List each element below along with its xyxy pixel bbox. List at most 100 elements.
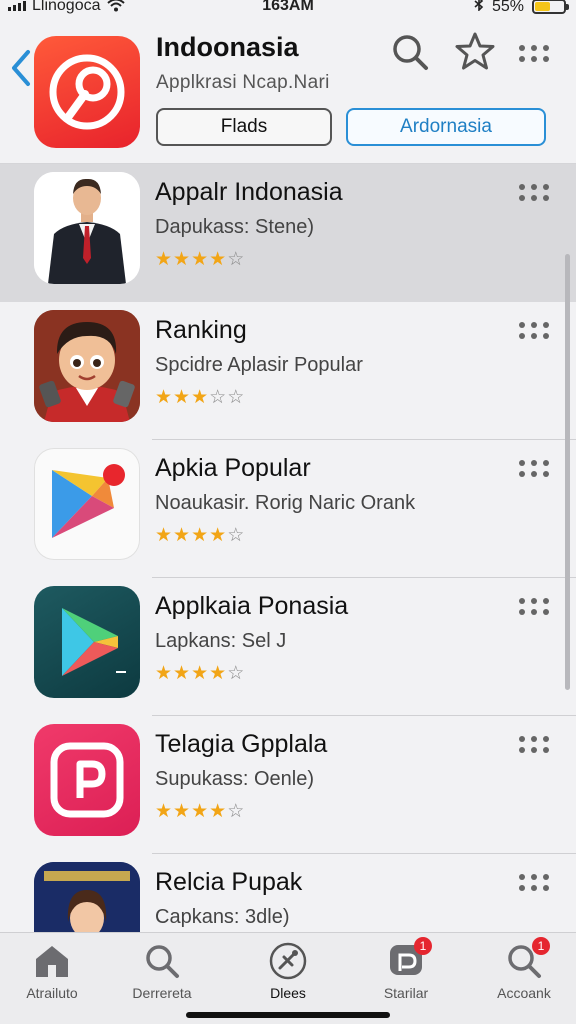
status-right: 55% <box>474 0 569 16</box>
battery-level-fill <box>535 2 551 11</box>
star-filled-icon: ★ <box>191 387 210 408</box>
app-header: Indoonasia Applkrasi Ncap.Nari Flads Ard… <box>0 18 576 164</box>
star-empty-icon: ☆ <box>227 801 246 822</box>
tab-label: Atrailuto <box>26 985 78 1001</box>
chat-icon: 1 <box>386 937 432 981</box>
tab-search[interactable]: Derrereta <box>112 941 212 1011</box>
favorite-button[interactable] <box>454 30 496 72</box>
app-thumbnail <box>34 862 140 932</box>
app-description: Spcidre Aplasir Popular <box>155 354 363 376</box>
search-icon <box>142 941 182 981</box>
bottom-tab-bar: Atrailuto Derrereta Dlees 1 Starilar 1 A… <box>0 932 576 1024</box>
star-filled-icon: ★ <box>191 663 210 684</box>
home-indicator[interactable] <box>186 1012 390 1018</box>
star-empty-icon: ☆ <box>227 525 246 546</box>
more-grid-icon[interactable] <box>519 184 549 206</box>
more-grid-icon[interactable] <box>519 460 549 482</box>
page-title: Indoonasia <box>156 32 299 62</box>
more-options-button[interactable] <box>518 42 550 70</box>
tab-label: Derrereta <box>132 985 192 1001</box>
letter-p-icon <box>50 742 124 818</box>
more-grid-icon[interactable] <box>519 874 549 896</box>
star-filled-icon: ★ <box>173 663 192 684</box>
scrollbar[interactable] <box>565 254 570 690</box>
app-description: Lapkans: Sel J <box>155 630 287 652</box>
status-bar: Llinogoca 163AM 55% <box>0 0 576 18</box>
list-item[interactable]: Apkia Popular Noaukasir. Rorig Naric Ora… <box>0 440 576 578</box>
list-item[interactable]: Appalr Indonasia Dapukass: Stene) ★★★★☆ <box>0 164 576 302</box>
app-name: Appalr Indonasia <box>155 178 343 206</box>
list-item[interactable]: Applkaia Ponasia Lapkans: Sel J ★★★★☆ <box>0 578 576 716</box>
battery-percent: 55% <box>491 0 524 15</box>
app-description: Dapukass: Stene) <box>155 216 314 238</box>
star-rating: ★★★★☆ <box>155 662 245 685</box>
featured-app-icon[interactable] <box>34 36 140 148</box>
music-note-icon <box>49 54 125 130</box>
tab-label: Dlees <box>270 985 306 1001</box>
star-rating: ★★★☆☆ <box>155 386 245 409</box>
star-filled-icon: ★ <box>155 525 174 546</box>
list-item[interactable]: Relcia Pupak Capkans: 3dle) ★★★★☆ <box>0 854 576 932</box>
app-description: Capkans: 3dle) <box>155 906 290 928</box>
more-grid-icon <box>519 45 549 67</box>
cartoon-boy-icon <box>34 310 140 422</box>
app-name: Telagia Gpplala <box>155 730 328 758</box>
tab-starilar[interactable]: 1 Starilar <box>356 937 456 1011</box>
more-grid-icon[interactable] <box>519 736 549 758</box>
app-list[interactable]: Appalr Indonasia Dapukass: Stene) ★★★★☆ … <box>0 164 576 932</box>
satellite-icon <box>268 941 308 981</box>
more-grid-icon[interactable] <box>519 322 549 344</box>
app-thumbnail <box>34 310 140 422</box>
home-icon <box>32 941 72 981</box>
page-subtitle: Applkrasi Ncap.Nari <box>156 72 330 93</box>
app-description: Noaukasir. Rorig Naric Orank <box>155 492 416 514</box>
star-filled-icon: ★ <box>155 663 174 684</box>
star-filled-icon: ★ <box>173 525 192 546</box>
businessman-avatar-icon <box>34 172 140 284</box>
play-triangle-icon <box>52 464 125 538</box>
star-filled-icon: ★ <box>173 249 192 270</box>
app-description: Supukass: Oenle) <box>155 768 314 790</box>
star-filled-icon: ★ <box>209 525 228 546</box>
star-filled-icon: ★ <box>209 249 228 270</box>
game-poster-icon <box>34 862 140 932</box>
app-name: Relcia Pupak <box>155 868 303 896</box>
star-filled-icon: ★ <box>209 801 228 822</box>
star-filled-icon: ★ <box>191 249 210 270</box>
search-button[interactable] <box>390 32 430 72</box>
star-filled-icon: ★ <box>191 525 210 546</box>
star-filled-icon: ★ <box>155 801 174 822</box>
tab-label: Starilar <box>383 985 429 1001</box>
tab-label: Accoank <box>497 985 551 1001</box>
star-empty-icon: ☆ <box>227 663 246 684</box>
app-thumbnail <box>34 724 140 836</box>
segment-flads[interactable]: Flads <box>156 108 332 146</box>
tab-dlees[interactable]: Dlees <box>238 941 338 1011</box>
star-empty-icon: ☆ <box>227 387 246 408</box>
star-filled-icon: ★ <box>173 801 192 822</box>
notification-badge: 1 <box>532 937 550 955</box>
tab-account[interactable]: 1 Accoank <box>474 937 574 1011</box>
star-filled-icon: ★ <box>191 801 210 822</box>
star-empty-icon: ☆ <box>227 249 246 270</box>
app-thumbnail <box>34 448 140 560</box>
app-name: Apkia Popular <box>155 454 311 482</box>
app-name: Applkaia Ponasia <box>155 592 349 620</box>
more-grid-icon[interactable] <box>519 598 549 620</box>
star-filled-icon: ★ <box>209 663 228 684</box>
search-icon: 1 <box>504 937 550 981</box>
tab-home[interactable]: Atrailuto <box>2 941 102 1011</box>
back-icon[interactable] <box>8 48 34 88</box>
app-thumbnail <box>34 172 140 284</box>
list-item[interactable]: Ranking Spcidre Aplasir Popular ★★★☆☆ <box>0 302 576 440</box>
app-name: Ranking <box>155 316 247 344</box>
list-item[interactable]: Telagia Gpplala Supukass: Oenle) ★★★★☆ <box>0 716 576 854</box>
battery-icon <box>532 0 569 14</box>
segment-ardornasia[interactable]: Ardornasia <box>346 108 546 146</box>
app-thumbnail <box>34 586 140 698</box>
bluetooth-icon <box>474 0 484 16</box>
star-filled-icon: ★ <box>155 249 174 270</box>
star-empty-icon: ☆ <box>209 387 228 408</box>
star-filled-icon: ★ <box>155 387 174 408</box>
star-rating: ★★★★☆ <box>155 248 245 271</box>
